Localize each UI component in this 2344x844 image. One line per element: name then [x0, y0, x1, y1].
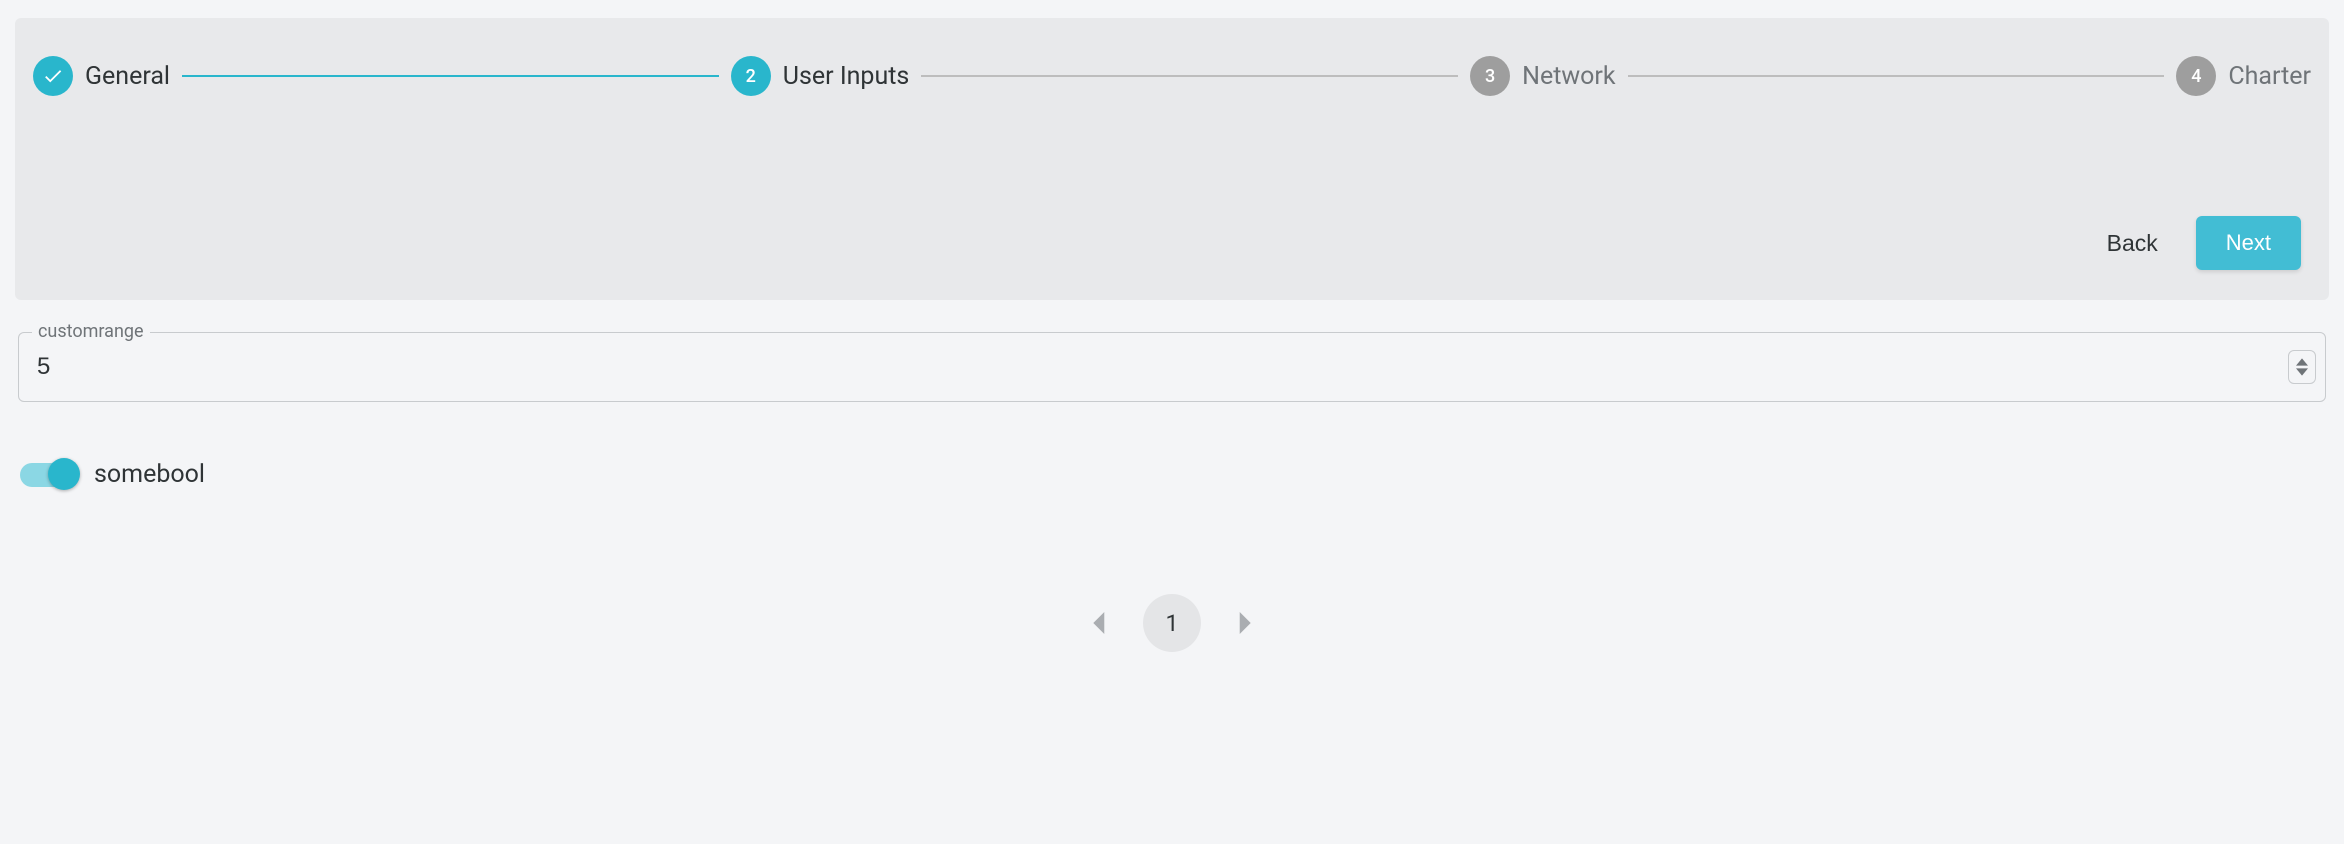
toggle-thumb — [48, 458, 80, 490]
step-label-network: Network — [1522, 62, 1615, 91]
wizard-panel: General 2 User Inputs 3 Network 4 Charte… — [15, 18, 2329, 300]
step-number-icon: 4 — [2176, 56, 2216, 96]
stepper-connector — [921, 75, 1458, 77]
step-label-general: General — [85, 62, 170, 91]
stepper-connector — [1628, 75, 2165, 77]
step-general[interactable]: General — [33, 56, 170, 96]
chevron-right-icon — [1239, 612, 1253, 634]
field-label-customrange: customrange — [32, 321, 150, 342]
step-label-user-inputs: User Inputs — [783, 62, 910, 91]
step-number-icon: 2 — [731, 56, 771, 96]
somebool-row: somebool — [20, 460, 2344, 489]
step-charter[interactable]: 4 Charter — [2176, 56, 2311, 96]
next-page-button[interactable] — [1229, 606, 1263, 640]
pagination: 1 — [0, 594, 2344, 652]
step-number-icon: 3 — [1470, 56, 1510, 96]
chevron-down-icon — [2296, 367, 2308, 377]
page-number-1[interactable]: 1 — [1143, 594, 1201, 652]
next-button[interactable]: Next — [2196, 216, 2301, 270]
step-label-charter: Charter — [2228, 62, 2311, 91]
somebool-label: somebool — [94, 460, 205, 489]
back-button[interactable]: Back — [2091, 220, 2174, 267]
check-icon — [33, 56, 73, 96]
stepper-connector — [182, 75, 719, 77]
wizard-nav: Back Next — [33, 216, 2311, 270]
somebool-toggle[interactable] — [20, 463, 74, 487]
stepper: General 2 User Inputs 3 Network 4 Charte… — [33, 56, 2311, 96]
chevron-up-icon — [2296, 357, 2308, 367]
prev-page-button[interactable] — [1081, 606, 1115, 640]
step-user-inputs[interactable]: 2 User Inputs — [731, 56, 910, 96]
customrange-field: customrange — [18, 332, 2326, 402]
customrange-input[interactable] — [18, 332, 2326, 402]
number-stepper[interactable] — [2288, 350, 2316, 384]
chevron-left-icon — [1091, 612, 1105, 634]
step-network[interactable]: 3 Network — [1470, 56, 1615, 96]
